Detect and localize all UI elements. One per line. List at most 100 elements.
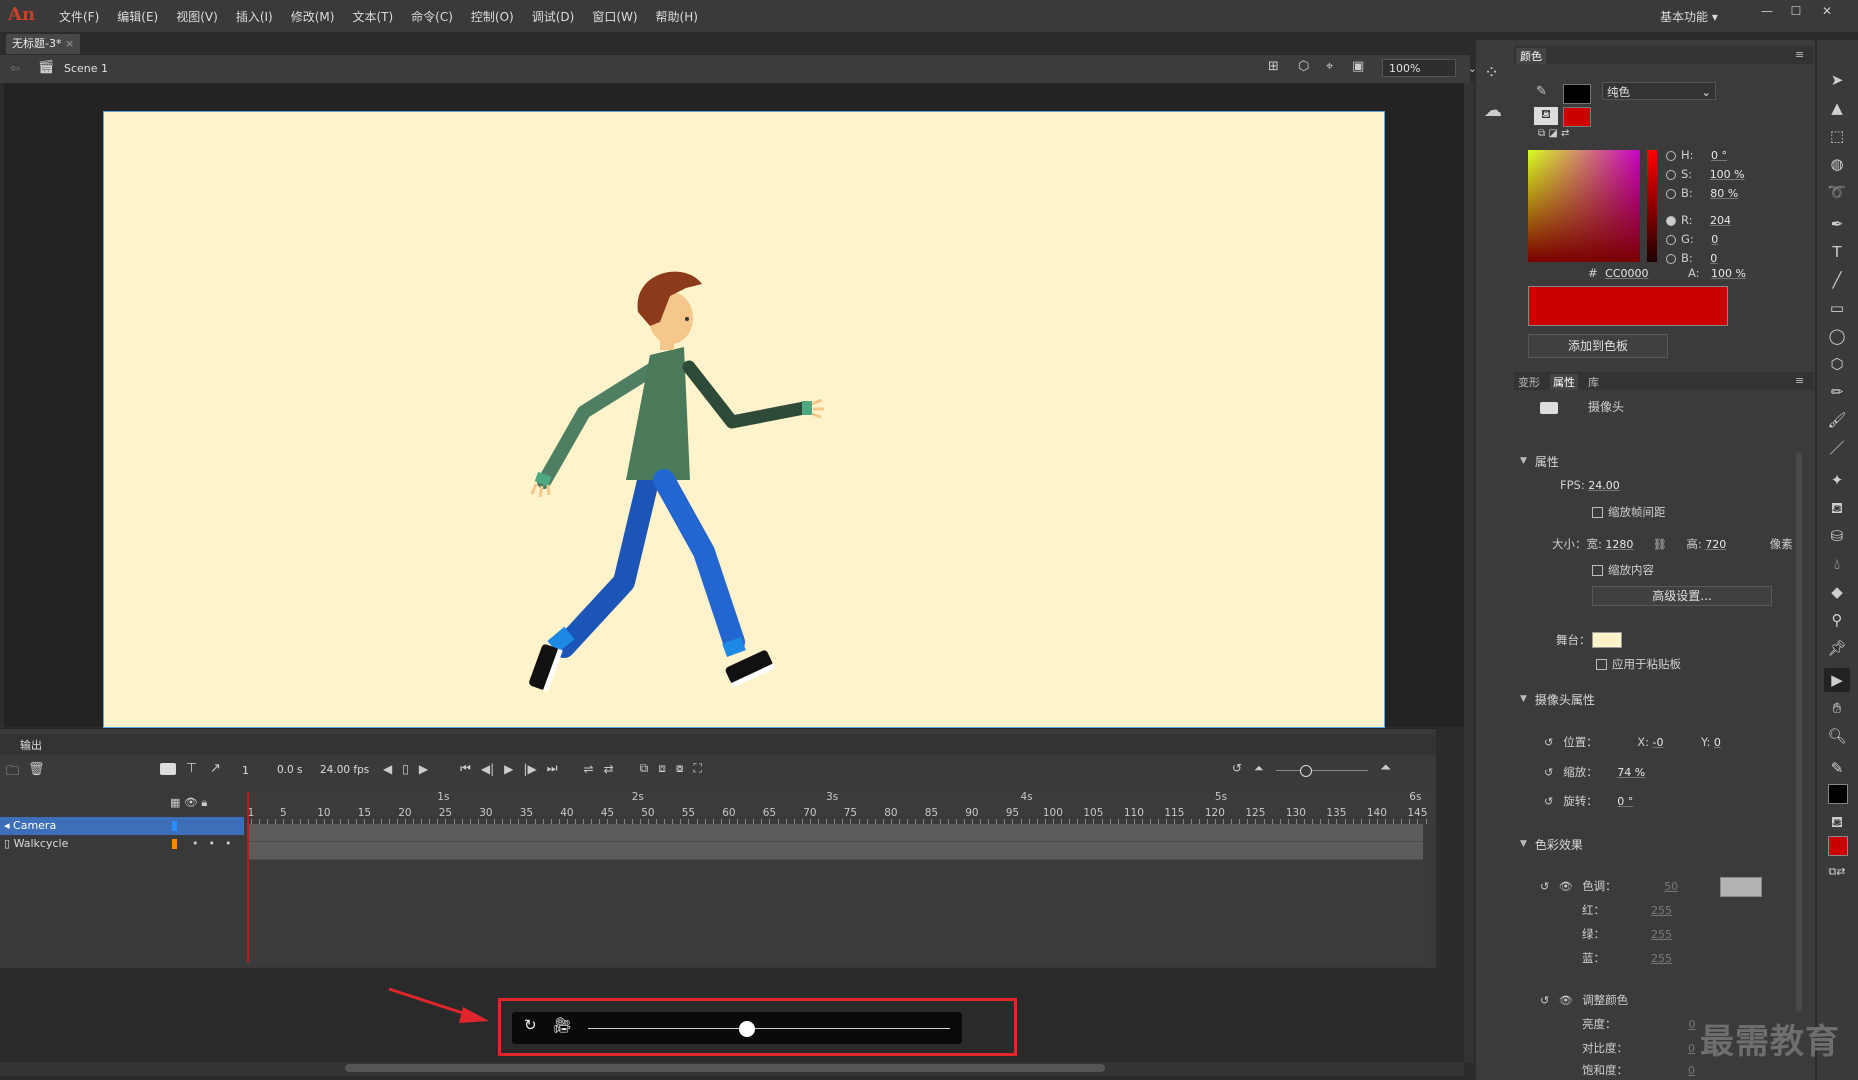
menu-text[interactable]: 文本(T) [343,8,402,25]
playhead[interactable] [247,792,249,962]
reset-icon[interactable]: ↺ [1544,736,1553,749]
stroke-color-tool-icon[interactable]: ✎ [1824,756,1850,780]
step-forward-icon[interactable]: |▶ [523,762,536,776]
frame-rate[interactable]: 24.00 fps [320,764,369,776]
frame-zoom-track[interactable] [1276,770,1368,771]
tint-value[interactable]: 50 [1664,880,1678,893]
y-value[interactable]: 0 [1714,736,1721,749]
reset-icon[interactable]: ↺ [1540,880,1549,893]
frame-row-camera[interactable] [247,824,1423,842]
radio-b[interactable] [1666,254,1676,264]
asset-warp-tool-icon[interactable]: 📌︎ [1824,636,1850,660]
document-tab[interactable]: 无标题-3* × [6,34,81,54]
onion-range-icon[interactable]: ⛶ [693,761,701,776]
fill-color-chip[interactable] [1828,836,1848,856]
radio-s[interactable] [1666,170,1676,180]
tab-properties[interactable]: 属性 [1550,374,1578,390]
apply-pasteboard-checkbox[interactable]: 应用于粘贴板 [1596,656,1681,672]
menu-insert[interactable]: 插入(I) [227,8,282,25]
pen-tool-icon[interactable]: ✒ [1824,212,1850,236]
green-value[interactable]: 255 [1651,928,1672,941]
play-icon[interactable]: ▶ [504,762,513,776]
menu-help[interactable]: 帮助(H) [647,8,707,25]
tab-color[interactable]: 颜色 [1516,48,1546,64]
walking-character[interactable] [104,112,1384,727]
alpha-value[interactable]: 100 % [1711,267,1746,280]
layer-walkcycle[interactable]: ▯ Walkcycle ••• [0,835,244,853]
current-frame[interactable]: 1 [242,764,249,777]
paint-brush-tool-icon[interactable]: 🖌︎ [1824,408,1850,432]
tab-output[interactable]: 输出 [20,737,42,753]
layer-parenting-icon[interactable]: ⊤ [186,761,197,776]
cc-libraries-icon[interactable]: ☁ [1484,100,1502,121]
camera-icon[interactable] [160,763,176,775]
zoom-camera-icon[interactable]: 🎥︎ [553,1016,572,1034]
menu-view[interactable]: 视图(V) [167,8,227,25]
g-value[interactable]: 0 [1711,233,1718,246]
edit-multiple-icon[interactable]: ⧇ [676,761,684,776]
fill-color-tool-icon[interactable]: ⛾ [1824,810,1850,834]
onion-outline-icon[interactable]: ⧈ [658,761,666,776]
panel-menu-icon[interactable]: ≡ [1795,48,1804,61]
eye-icon[interactable]: 👁︎ [1559,994,1573,1007]
fps-value[interactable]: 24.00 [1588,479,1620,492]
r-value[interactable]: 204 [1710,214,1731,227]
stage-color-swatch[interactable] [1592,632,1622,648]
center-stage-icon[interactable]: ⌖ [1326,59,1333,74]
prev-keyframe-icon[interactable]: ◀ [383,762,392,776]
fill-color-swatch[interactable] [1563,107,1591,127]
frame-row-walkcycle[interactable] [247,842,1423,860]
b-value[interactable]: 0 [1710,252,1717,265]
onion-skin-icon[interactable]: ⧉ [640,761,649,776]
back-arrow-icon[interactable]: ⇦ [10,61,20,75]
add-keyframe-icon[interactable]: ▯ [402,762,409,776]
subselection-tool-icon[interactable]: ▲ [1824,96,1850,120]
center-frame-icon[interactable]: ⇄ [604,762,614,776]
fill-bucket-icon[interactable]: ⛾ [1534,107,1558,125]
trash-icon[interactable]: 🗑︎ [28,762,45,777]
motion-presets-icon[interactable]: ⁘ [1484,62,1499,83]
brush-tool-icon[interactable]: ／ [1824,436,1850,460]
close-button[interactable]: ✕ [1816,4,1838,20]
saturation-value[interactable]: 0 [1688,1064,1695,1077]
red-value[interactable]: 255 [1651,904,1672,917]
width-tool-icon[interactable]: ⚲ [1824,608,1850,632]
zoom-select[interactable]: 100% ⌄ [1382,59,1477,77]
3d-rotation-tool-icon[interactable]: ◍ [1824,152,1850,176]
reset-icon[interactable]: ↺ [1544,795,1553,808]
frames-area[interactable] [247,824,1423,964]
frame-zoom-handle[interactable] [1300,765,1312,777]
rotate-camera-icon[interactable]: ↻ [524,1016,537,1034]
rectangle-tool-icon[interactable]: ▭ [1824,296,1850,320]
step-back-icon[interactable]: ◀| [481,762,494,776]
swap-colors-icon[interactable]: ⧉ ◪ ⇄ [1538,128,1569,139]
rotate-value[interactable]: 0 ° [1617,795,1633,808]
radio-b-hsb[interactable] [1666,189,1676,199]
stroke-color-swatch[interactable] [1563,84,1591,104]
blue-value[interactable]: 255 [1651,952,1672,965]
brightness-value[interactable]: 0 [1689,1018,1696,1031]
eye-icon[interactable]: 👁︎ [184,796,198,809]
workspace-switcher[interactable]: 基本功能 ▾ [1660,8,1718,25]
eraser-tool-icon[interactable]: ◆ [1824,580,1850,604]
bone-tool-icon[interactable]: ✦ [1824,468,1850,492]
camera-tool-icon[interactable]: ▶ [1824,668,1850,692]
menu-modify[interactable]: 修改(M) [282,8,344,25]
x-value[interactable]: -0 [1652,736,1663,749]
radio-r[interactable] [1666,216,1676,226]
link-icon[interactable]: ⛓︎ [1653,538,1667,551]
color-picker-field[interactable] [1528,150,1640,262]
radio-h[interactable] [1666,151,1676,161]
section-properties[interactable]: ▼ 属性 [1514,452,1814,470]
panel-menu-icon[interactable]: ≡ [1795,374,1804,387]
add-to-swatches-button[interactable]: 添加到色板 [1528,334,1668,358]
scale-content-checkbox[interactable]: 缩放内容 [1592,562,1654,578]
edit-symbol-icon[interactable]: ⬡ [1298,59,1309,74]
oval-tool-icon[interactable]: ◯ [1824,324,1850,348]
layer-camera[interactable]: ◂ Camera [0,817,244,835]
tab-library[interactable]: 库 [1588,374,1599,390]
reset-icon[interactable]: ↺ [1544,766,1553,779]
edit-scene-icon[interactable]: ⊞ [1268,59,1279,74]
h-value[interactable]: 0 ° [1711,149,1727,162]
zoom-out-frames-icon[interactable]: ⏶ [1254,761,1264,776]
